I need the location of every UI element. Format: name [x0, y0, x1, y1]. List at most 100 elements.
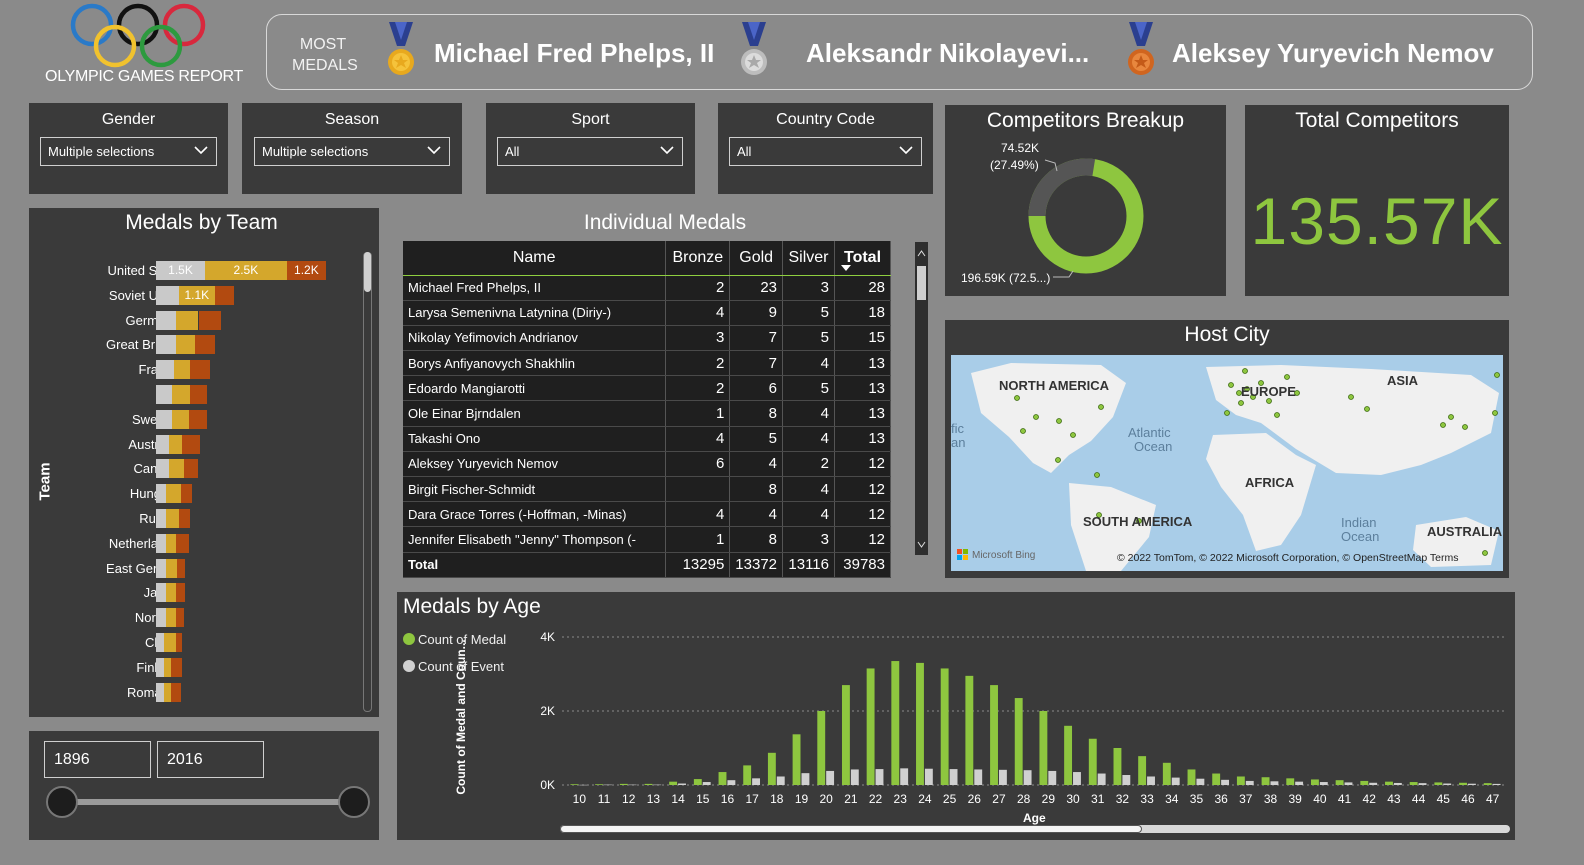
age-bar-event[interactable]: [850, 769, 859, 785]
team-bar-bronze[interactable]: 1.2K: [286, 261, 326, 280]
team-bar-gold[interactable]: [165, 558, 178, 578]
table-row[interactable]: Dara Grace Torres (-Hoffman, -Minas) 4 4 4 1…: [403, 501, 891, 528]
age-bar-medal[interactable]: [1014, 698, 1023, 785]
year-end-input[interactable]: 2016: [157, 741, 264, 778]
age-bar-medal[interactable]: [619, 783, 628, 785]
team-bar-silver[interactable]: [156, 558, 166, 578]
team-bar-row[interactable]: Russia: [29, 509, 359, 529]
team-bar-gold[interactable]: [172, 409, 189, 429]
sport-dropdown[interactable]: All: [497, 137, 683, 166]
team-bar-gold[interactable]: [165, 484, 181, 504]
age-bar-medal[interactable]: [767, 752, 776, 785]
team-bar-gold[interactable]: [172, 385, 191, 404]
age-bar-medal[interactable]: [1385, 781, 1393, 785]
table-row[interactable]: Michael Fred Phelps, II 2 23 3 28: [403, 275, 891, 301]
team-bar-row[interactable]: France: [29, 360, 359, 380]
team-bar-bronze[interactable]: [170, 657, 183, 677]
age-chart-scrollbar-thumb[interactable]: [560, 825, 1142, 833]
year-slider-end-handle[interactable]: [338, 786, 370, 818]
age-bar-medal[interactable]: [1187, 769, 1196, 785]
team-bar-row[interactable]: United Sta... 1.5K 2.5K 1.2K: [29, 261, 359, 281]
team-bar-silver[interactable]: [156, 608, 166, 628]
team-bar-bronze[interactable]: [170, 682, 181, 702]
team-bar-silver[interactable]: [156, 385, 173, 404]
age-bar-event[interactable]: [678, 783, 686, 785]
team-bar-gold[interactable]: 1.1K: [178, 285, 215, 305]
team-bar-silver[interactable]: [156, 360, 174, 380]
team-bar-row[interactable]: Hungary: [29, 484, 359, 504]
team-bar-silver[interactable]: [156, 509, 166, 528]
age-bar-event[interactable]: [628, 784, 637, 786]
age-bar-event[interactable]: [1196, 778, 1205, 785]
age-bar-event[interactable]: [1319, 782, 1328, 785]
team-bar-row[interactable]: Germany: [29, 310, 359, 331]
table-row[interactable]: Birgit Fischer-Schmidt 8 4 12: [403, 476, 891, 503]
team-bar-bronze[interactable]: [183, 459, 199, 479]
table-row[interactable]: Aleksey Yuryevich Nemov 6 4 2 12: [403, 451, 891, 478]
team-bar-bronze[interactable]: [175, 533, 189, 553]
table-row[interactable]: Larysa Semenivna Latynina (Diriy-) 4 9 5 18: [403, 300, 891, 326]
age-bar-medal[interactable]: [1459, 782, 1467, 785]
age-bar-event[interactable]: [949, 769, 958, 785]
team-bar-row[interactable]: East Germ...: [29, 558, 359, 579]
season-dropdown[interactable]: Multiple selections: [254, 137, 450, 166]
age-bar-event[interactable]: [1171, 777, 1180, 785]
team-bar-silver[interactable]: [156, 285, 179, 305]
team-bar-row[interactable]: Australia: [29, 434, 359, 455]
age-bar-event[interactable]: [1245, 780, 1254, 785]
gender-dropdown[interactable]: Multiple selections: [40, 137, 217, 166]
team-bar-bronze[interactable]: [195, 335, 215, 355]
column-header-name[interactable]: Name: [403, 241, 667, 276]
age-bar-medal[interactable]: [669, 781, 678, 785]
team-bar-gold[interactable]: [165, 509, 179, 528]
age-bar-medal[interactable]: [570, 784, 579, 785]
team-bar-row[interactable]: Norway: [29, 608, 359, 628]
age-bar-event[interactable]: [604, 784, 612, 786]
medals-by-age-chart[interactable]: 0K 2K 4K 10 11 12 13 14 15 16 17 18 19 20 21 22 23 24 25 26…: [397, 592, 1515, 840]
age-bar-medal[interactable]: [940, 668, 949, 785]
age-bar-event[interactable]: [1492, 783, 1501, 785]
team-scrollbar-thumb[interactable]: [364, 252, 371, 292]
age-bar-medal[interactable]: [1039, 711, 1048, 785]
map-attribution[interactable]: © 2022 TomTom, © 2022 Microsoft Corporat…: [1117, 552, 1458, 564]
age-bar-medal[interactable]: [1236, 776, 1245, 785]
age-bar-medal[interactable]: [1064, 725, 1073, 785]
age-bar-medal[interactable]: [817, 711, 826, 785]
team-bar-bronze[interactable]: [188, 409, 207, 429]
team-bar-row[interactable]: Italy: [29, 385, 359, 405]
column-header-bronze[interactable]: Bronze: [665, 241, 731, 276]
age-bar-event[interactable]: [1048, 770, 1057, 785]
team-bar-gold[interactable]: [175, 310, 199, 330]
team-bar-silver[interactable]: [156, 484, 166, 504]
table-row[interactable]: Takashi Ono 4 5 4 13: [403, 426, 891, 452]
age-bar-event[interactable]: [1369, 782, 1378, 785]
team-bar-gold[interactable]: [173, 360, 191, 380]
age-bar-event[interactable]: [776, 776, 785, 785]
team-bar-silver[interactable]: [156, 657, 165, 677]
age-bar-medal[interactable]: [891, 661, 900, 785]
age-bar-event[interactable]: [1097, 773, 1106, 785]
age-bar-event[interactable]: [1270, 781, 1279, 785]
team-bar-gold[interactable]: [164, 633, 176, 652]
column-header-total[interactable]: Total: [834, 241, 891, 276]
scroll-down-icon[interactable]: [917, 541, 926, 548]
age-bar-medal[interactable]: [1088, 738, 1097, 785]
team-bar-silver[interactable]: [156, 310, 176, 330]
country-code-dropdown[interactable]: All: [729, 137, 922, 166]
team-bar-silver[interactable]: [156, 434, 170, 454]
scroll-up-icon[interactable]: [917, 250, 926, 257]
team-bar-row[interactable]: Netherlands: [29, 533, 359, 554]
age-bar-event[interactable]: [1122, 775, 1131, 785]
team-bar-bronze[interactable]: [182, 434, 201, 454]
age-bar-medal[interactable]: [693, 779, 702, 785]
team-bar-bronze[interactable]: [175, 608, 184, 628]
age-bar-event[interactable]: [974, 769, 983, 785]
team-bar-gold[interactable]: 2.5K: [205, 261, 287, 280]
age-bar-event[interactable]: [653, 784, 662, 786]
team-bar-silver[interactable]: [156, 409, 173, 429]
column-header-gold[interactable]: Gold: [729, 241, 784, 276]
team-bar-silver[interactable]: [156, 583, 166, 603]
age-bar-medal[interactable]: [1360, 780, 1369, 785]
team-bar-silver[interactable]: [156, 633, 165, 652]
age-bar-medal[interactable]: [1212, 773, 1221, 785]
